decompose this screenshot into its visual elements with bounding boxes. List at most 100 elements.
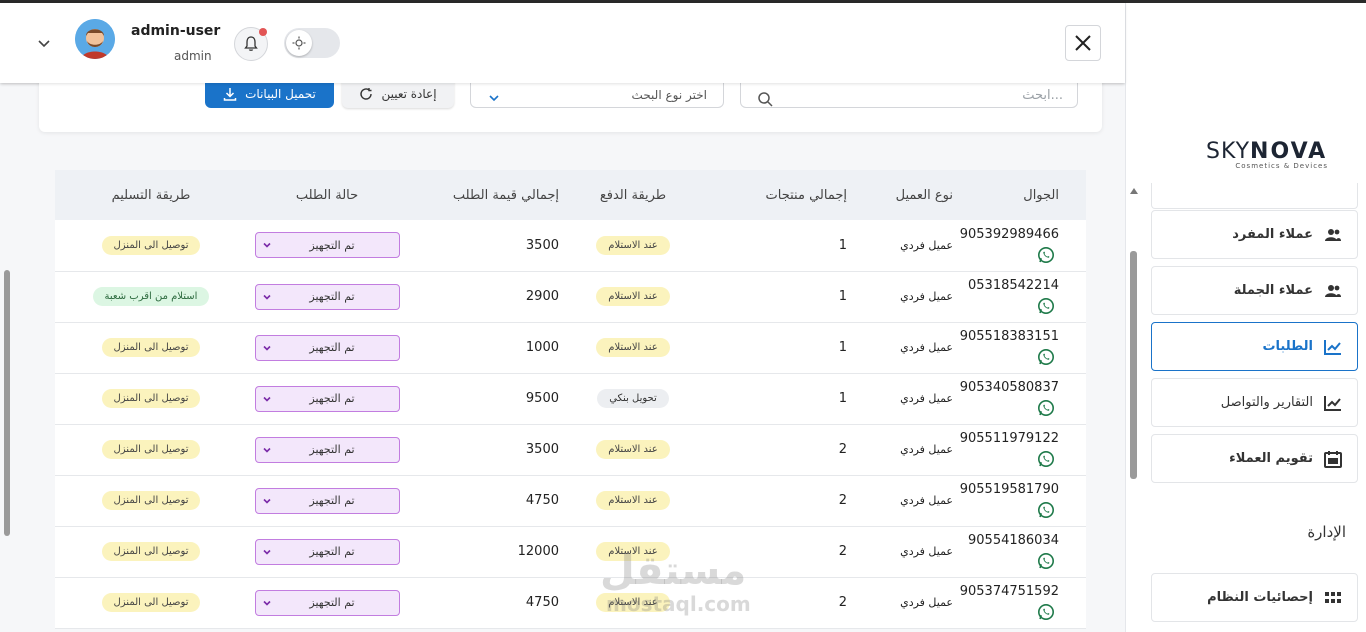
sidebar-item-reports[interactable]: التقارير والتواصل — [1151, 378, 1358, 427]
whatsapp-icon[interactable] — [1037, 297, 1055, 315]
payment-badge: عند الاستلام — [596, 287, 670, 306]
products-count: 1 — [707, 322, 847, 374]
payment-cell: عند الاستلام — [559, 220, 707, 272]
table-header-row: الجوال نوع العميل إجمالي منتجات طريقة ال… — [55, 170, 1086, 220]
payment-badge: عند الاستلام — [596, 491, 670, 510]
phone-cell: 905340580837 — [957, 373, 1059, 425]
phone-cell: 905511979122 — [957, 424, 1059, 476]
search-placeholder: ابحث... — [1022, 88, 1063, 103]
delivery-badge: توصيل الى المنزل — [101, 338, 201, 357]
chevron-down-icon — [262, 243, 271, 248]
customer-type: عميل فردي — [847, 475, 957, 527]
close-button[interactable] — [1065, 25, 1101, 61]
sidebar: SKYNOVA Cosmetics & Devices عملاء المفرد… — [1125, 3, 1366, 632]
status-select[interactable]: تم التجهيز — [254, 589, 400, 616]
chevron-down-icon[interactable] — [36, 35, 52, 51]
download-label: تحميل البيانات — [245, 87, 316, 101]
customer-type: عميل فردي — [847, 577, 957, 629]
sidebar-item-customer-calendar[interactable]: تقويم العملاء — [1151, 434, 1358, 483]
status-cell: تم التجهيز — [247, 526, 407, 578]
table-row[interactable]: Yasn905392989466 عميل فردي 1 عند الاستلام 35… — [55, 220, 1086, 272]
column-header-delivery: طريقة التسليم — [55, 170, 247, 220]
status-select[interactable]: تم التجهيز — [254, 232, 400, 259]
sidebar-scrollbar[interactable] — [1130, 251, 1137, 479]
column-header-total: إجمالي قيمة الطلب — [407, 170, 559, 220]
status-select[interactable]: تم التجهيز — [254, 487, 400, 514]
status-select[interactable]: تم التجهيز — [254, 385, 400, 412]
customer-name — [1059, 577, 1086, 629]
customer-name: ZA — [1059, 424, 1086, 476]
whatsapp-icon[interactable] — [1037, 399, 1055, 417]
table-row[interactable]: 25-\90554186034 عميل فردي 2 عند الاستلام 120… — [55, 526, 1086, 578]
whatsapp-icon[interactable] — [1037, 501, 1055, 519]
sidebar-item-label: عملاء المفرد — [1232, 227, 1313, 242]
status-select[interactable]: تم التجهيز — [254, 334, 400, 361]
status-value: تم التجهيز — [309, 392, 355, 405]
download-button[interactable]: تحميل البيانات — [205, 72, 334, 108]
phone-number: 905518383151 — [959, 329, 1059, 344]
users-icon — [1325, 228, 1341, 241]
users-icon — [1325, 284, 1341, 297]
status-value: تم التجهيز — [309, 596, 355, 609]
sidebar-item-label: عملاء الجملة — [1233, 283, 1313, 298]
order-total: 4750 — [407, 577, 559, 629]
avatar[interactable] — [75, 19, 115, 59]
table-row[interactable]: ZA905511979122 عميل فردي 2 عند الاستلام 3500… — [55, 424, 1086, 476]
sidebar-item-system-stats[interactable]: إحصائيات النظام — [1151, 573, 1358, 622]
table-row[interactable]: 05318542214 عميل فردي 1 عند الاستلام 2900 تم … — [55, 271, 1086, 323]
sidebar-item-label: الطلبات — [1262, 339, 1313, 354]
customer-type-text: عميل فردي — [900, 494, 953, 507]
products-count: 2 — [707, 526, 847, 578]
column-header-payment: طريقة الدفع — [559, 170, 707, 220]
reset-label: إعادة تعيين — [381, 87, 437, 101]
whatsapp-icon[interactable] — [1037, 450, 1055, 468]
phone-number: 905519581790 — [959, 482, 1059, 497]
status-cell: تم التجهيز — [247, 577, 407, 629]
reset-button[interactable]: إعادة تعيين — [342, 72, 454, 108]
status-value: تم التجهيز — [309, 443, 355, 456]
theme-toggle[interactable] — [284, 28, 340, 58]
status-cell: تم التجهيز — [247, 475, 407, 527]
sidebar-item-retail-customers[interactable]: عملاء المفرد — [1151, 210, 1358, 259]
table-row[interactable]: I905519581790 عميل فردي 2 عند الاستلام 4750 ت… — [55, 475, 1086, 527]
notifications-button[interactable] — [234, 27, 268, 61]
status-cell: تم التجهيز — [247, 373, 407, 425]
whatsapp-icon[interactable] — [1037, 348, 1055, 366]
delivery-cell: توصيل الى المنزل — [55, 322, 247, 374]
payment-cell: عند الاستلام — [559, 526, 707, 578]
chevron-down-icon — [262, 396, 271, 402]
chevron-down-icon — [262, 447, 271, 453]
payment-badge: عند الاستلام — [596, 338, 670, 357]
sidebar-section-admin: الإدارة — [1307, 523, 1346, 541]
phone-cell: 05318542214 — [957, 271, 1059, 323]
status-select[interactable]: تم التجهيز — [254, 283, 400, 310]
delivery-cell: توصيل الى المنزل — [55, 424, 247, 476]
status-value: تم التجهيز — [309, 545, 355, 558]
bell-icon — [244, 36, 258, 51]
table-row[interactable]: علاي905340580837 عميل فردي 1 تحويل بنكي 9500… — [55, 373, 1086, 425]
products-count: 2 — [707, 424, 847, 476]
order-total: 9500 — [407, 373, 559, 425]
customer-type: عميل فردي — [847, 373, 957, 425]
brand-name-light: SKY — [1206, 139, 1251, 164]
sidebar-item-wholesale-customers[interactable]: عملاء الجملة — [1151, 266, 1358, 315]
whatsapp-icon[interactable] — [1037, 603, 1055, 621]
sidebar-item-orders[interactable]: الطلبات — [1151, 322, 1358, 371]
table-row[interactable]: 905518383151 عميل فردي 1 عند الاستلام 1000 تم… — [55, 322, 1086, 374]
column-header-products: إجمالي منتجات — [707, 170, 847, 220]
search-type-select[interactable]: اختر نوع البحث — [470, 72, 724, 108]
sidebar-item-hidden[interactable] — [1151, 183, 1358, 209]
whatsapp-icon[interactable] — [1037, 246, 1055, 264]
page-scrollbar[interactable] — [4, 270, 10, 536]
status-select[interactable]: تم التجهيز — [254, 436, 400, 463]
table-row[interactable]: 905374751592 عميل فردي 2 عند الاستلام 4750 تم… — [55, 577, 1086, 629]
status-select[interactable]: تم التجهيز — [254, 538, 400, 565]
scroll-up-arrow-icon[interactable] — [1130, 188, 1138, 194]
whatsapp-icon[interactable] — [1037, 552, 1055, 570]
payment-badge: عند الاستلام — [596, 593, 670, 612]
delivery-badge: توصيل الى المنزل — [101, 593, 201, 612]
phone-number: 905374751592 — [959, 584, 1059, 599]
search-input[interactable]: ابحث... — [740, 72, 1078, 108]
phone-number: 905340580837 — [959, 380, 1059, 395]
user-name: admin-user — [131, 23, 221, 39]
